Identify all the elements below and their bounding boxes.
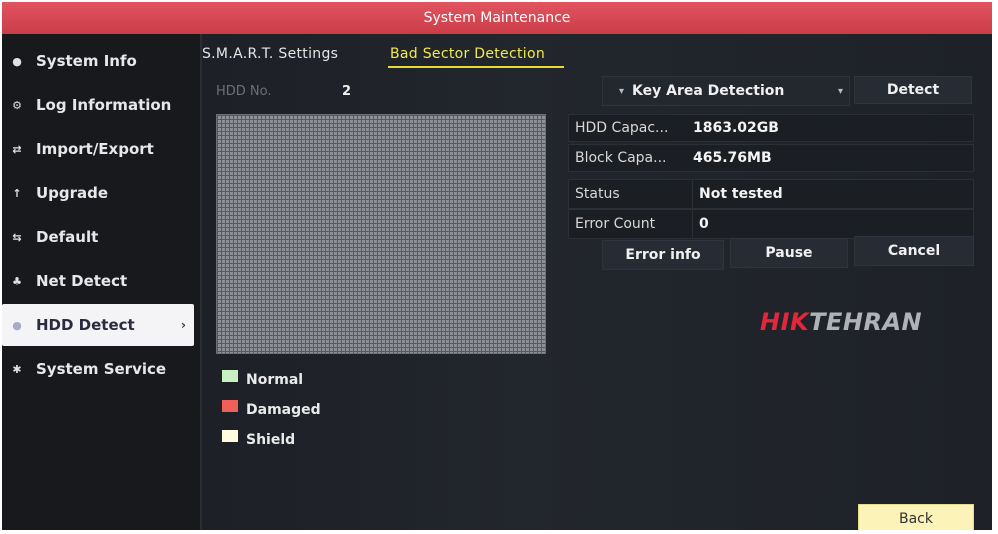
- sidebar-item-system-service[interactable]: ✱ System Service: [2, 348, 194, 390]
- tab-smart-settings[interactable]: S.M.A.R.T. Settings: [202, 46, 338, 62]
- sidebar-item-label: HDD Detect: [36, 316, 135, 334]
- hdd-no-select[interactable]: 2: [342, 84, 351, 99]
- sidebar-item-label: Default: [36, 228, 99, 246]
- block-capacity-value: 465.76MB: [693, 150, 772, 166]
- sidebar-item-label: Log Information: [36, 96, 172, 114]
- back-button[interactable]: Back: [858, 504, 974, 530]
- sidebar-item-default[interactable]: ⇆ Default: [2, 216, 194, 258]
- legend-label: Shield: [246, 432, 296, 448]
- sidebar-item-hdd-detect[interactable]: ● HDD Detect ›: [2, 304, 194, 346]
- block-capacity-row: Block Capa... 465.76MB: [568, 144, 974, 172]
- status-row: Status Not tested: [568, 179, 974, 209]
- main-panel: S.M.A.R.T. Settings Bad Sector Detection…: [202, 34, 992, 530]
- default-icon: ⇆: [12, 230, 22, 244]
- active-tab-indicator: [388, 66, 564, 68]
- legend-swatch-normal: [222, 370, 238, 382]
- hdd-capacity-row: HDD Capac... 1863.02GB: [568, 114, 974, 142]
- sidebar-item-label: Upgrade: [36, 184, 109, 202]
- error-count-label: Error Count: [569, 210, 693, 238]
- sidebar: ● System Info ⚙ Log Information ⇄ Import…: [2, 34, 202, 530]
- sidebar-item-label: Net Detect: [36, 272, 128, 290]
- sidebar-item-label: System Service: [36, 360, 167, 378]
- legend-swatch-damaged: [222, 400, 238, 412]
- hdd-no-label: HDD No.: [216, 84, 272, 99]
- error-count-row: Error Count 0: [568, 209, 974, 239]
- legend-shield: Shield: [222, 430, 296, 448]
- import-export-icon: ⇄: [12, 142, 22, 156]
- gear-icon: ✱: [12, 362, 22, 376]
- error-info-button[interactable]: Error info: [602, 240, 724, 270]
- pause-button[interactable]: Pause: [730, 238, 848, 268]
- legend-normal: Normal: [222, 370, 304, 388]
- dvr-screen: System Maintenance ● System Info ⚙ Log I…: [2, 2, 992, 530]
- detection-mode-value: Key Area Detection: [632, 83, 785, 99]
- legend-damaged: Damaged: [222, 400, 321, 418]
- sidebar-item-upgrade[interactable]: ↑ Upgrade: [2, 172, 194, 214]
- status-label: Status: [569, 180, 693, 208]
- tab-bad-sector-detection[interactable]: Bad Sector Detection: [390, 46, 545, 62]
- block-capacity-label: Block Capa...: [575, 150, 667, 166]
- legend-label: Damaged: [246, 402, 321, 418]
- network-icon: ♣: [12, 274, 22, 288]
- legend-label: Normal: [246, 372, 304, 388]
- sidebar-item-log-information[interactable]: ⚙ Log Information: [2, 84, 194, 126]
- hdd-capacity-value: 1863.02GB: [693, 120, 779, 136]
- error-count-value: 0: [699, 216, 709, 232]
- disk-icon: ●: [12, 318, 22, 332]
- detect-button[interactable]: Detect: [854, 76, 972, 104]
- sidebar-item-import-export[interactable]: ⇄ Import/Export: [2, 128, 194, 170]
- hdd-capacity-label: HDD Capac...: [575, 120, 669, 136]
- watermark-logo: HIKTEHRAN: [760, 308, 923, 336]
- cancel-button[interactable]: Cancel: [854, 236, 974, 266]
- status-value: Not tested: [699, 186, 783, 202]
- log-icon: ⚙: [12, 98, 22, 112]
- detection-mode-dropdown[interactable]: ▾ Key Area Detection ▾: [602, 76, 850, 106]
- legend-swatch-shield: [222, 430, 238, 442]
- sector-map-grid: [216, 114, 546, 354]
- window-title: System Maintenance: [2, 2, 992, 34]
- sidebar-item-label: System Info: [36, 52, 137, 70]
- info-icon: ●: [12, 54, 22, 68]
- chevron-right-icon: ›: [181, 318, 186, 332]
- sidebar-item-system-info[interactable]: ● System Info: [2, 40, 194, 82]
- chevron-down-icon: ▾: [619, 85, 625, 97]
- dropdown-arrow-icon: ▾: [837, 85, 843, 97]
- upgrade-icon: ↑: [12, 186, 22, 200]
- sidebar-item-label: Import/Export: [36, 140, 154, 158]
- sidebar-item-net-detect[interactable]: ♣ Net Detect: [2, 260, 194, 302]
